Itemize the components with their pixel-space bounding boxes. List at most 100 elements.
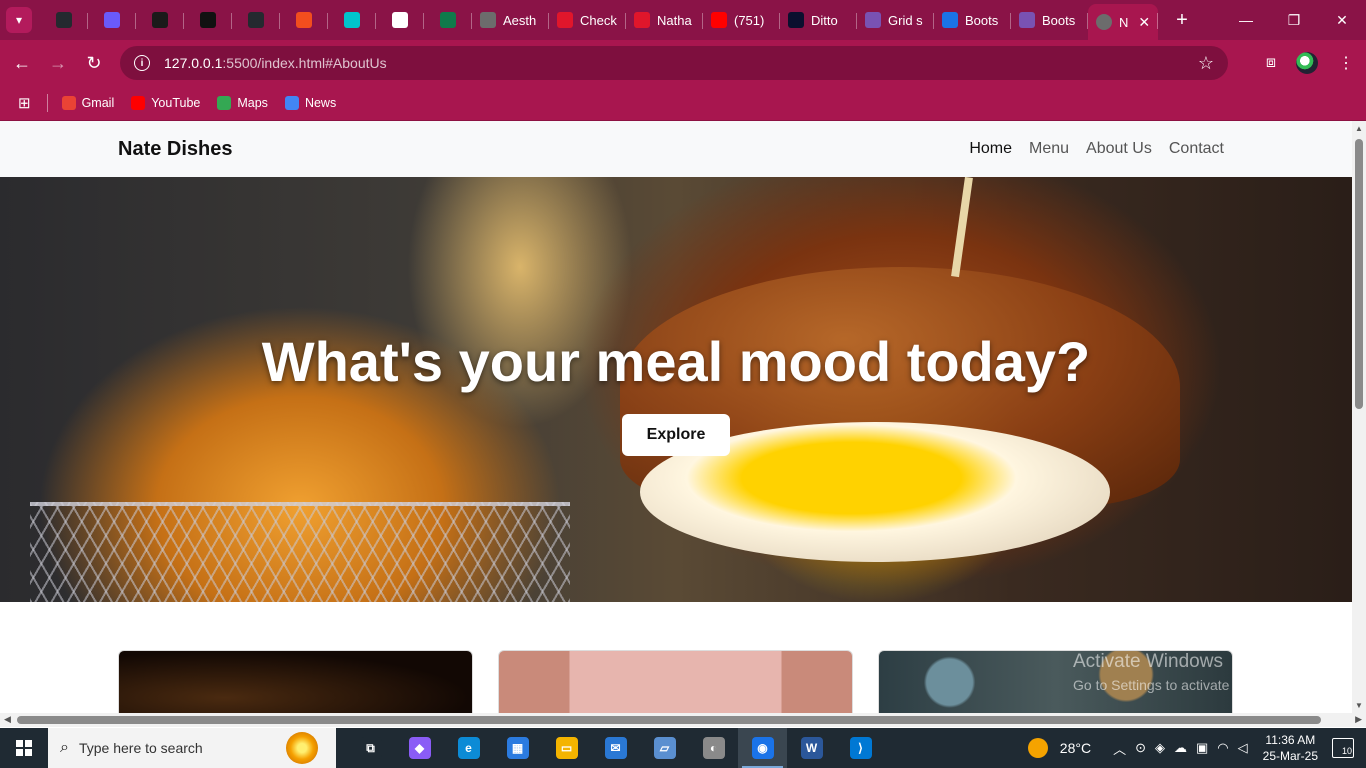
globe-icon bbox=[480, 12, 496, 28]
taskbar-app[interactable]: W bbox=[787, 728, 836, 768]
browser-tab[interactable]: Check bbox=[549, 4, 626, 36]
w-icon bbox=[440, 12, 456, 28]
file-explorer-icon: ▭ bbox=[555, 737, 578, 759]
nav-link-menu[interactable]: Menu bbox=[1029, 140, 1069, 158]
taskbar-app[interactable]: ◐ bbox=[689, 728, 738, 768]
browser-tab[interactable] bbox=[40, 4, 88, 36]
reload-button[interactable]: ↻ bbox=[76, 45, 112, 81]
edge-icon: e bbox=[457, 737, 480, 759]
browser-tab[interactable]: Natha bbox=[626, 4, 703, 36]
card-image[interactable] bbox=[498, 650, 853, 713]
wifi-icon[interactable]: ◠ bbox=[1217, 740, 1228, 756]
url-host: 127.0.0.1 bbox=[164, 55, 223, 71]
horizontal-scrollbar[interactable]: ◀ ▶ bbox=[0, 713, 1366, 727]
taskbar-app[interactable]: ⟩ bbox=[836, 728, 885, 768]
browser-tab[interactable] bbox=[184, 4, 232, 36]
maps-icon bbox=[217, 96, 232, 110]
tab-title: Ditto bbox=[811, 12, 838, 28]
scroll-right-icon[interactable]: ▶ bbox=[1355, 714, 1362, 725]
close-window-button[interactable]: ✕ bbox=[1318, 0, 1366, 40]
card-image[interactable] bbox=[118, 650, 473, 713]
bookmark-news[interactable]: News bbox=[284, 96, 336, 110]
profile-avatar[interactable] bbox=[1296, 52, 1318, 74]
site-info-icon[interactable]: i bbox=[134, 55, 150, 71]
more-menu-icon[interactable]: ⋮ bbox=[1338, 53, 1354, 73]
vertical-scroll-thumb[interactable] bbox=[1355, 139, 1363, 409]
explore-button[interactable]: Explore bbox=[622, 414, 730, 456]
maximize-button[interactable]: ❐ bbox=[1270, 0, 1318, 40]
site-nav-links: Home Menu About Us Contact bbox=[969, 140, 1224, 158]
taskbar-app[interactable]: ▱ bbox=[640, 728, 689, 768]
scroll-down-icon[interactable]: ▼ bbox=[1355, 701, 1363, 710]
nav-link-about-us[interactable]: About Us bbox=[1086, 140, 1152, 158]
tab-title: Check bbox=[580, 12, 617, 28]
weather-widget[interactable]: 28°C bbox=[1027, 738, 1091, 758]
task-view-icon: ⧉ bbox=[359, 737, 382, 759]
bookmark-maps[interactable]: Maps bbox=[217, 96, 268, 110]
browser-tab[interactable] bbox=[232, 4, 280, 36]
toothpick-image bbox=[951, 177, 973, 278]
taskbar-app[interactable]: ▭ bbox=[542, 728, 591, 768]
show-hidden-icons-icon[interactable]: ︿ bbox=[1113, 739, 1126, 758]
taskbar-app[interactable]: ◉ bbox=[738, 728, 787, 768]
vertical-scrollbar[interactable]: ▲ ▼ bbox=[1352, 121, 1366, 713]
cloud-icon[interactable]: ☁ bbox=[1174, 740, 1187, 756]
url-bar[interactable]: i 127.0.0.1:5500/index.html#AboutUs ☆ bbox=[120, 46, 1228, 80]
volume-icon[interactable]: ◁ bbox=[1238, 740, 1248, 756]
security-icon[interactable]: ◈ bbox=[1155, 740, 1165, 756]
display-icon[interactable]: ▣ bbox=[1196, 740, 1208, 756]
scroll-up-icon[interactable]: ▲ bbox=[1355, 124, 1363, 133]
tab-title: Boots bbox=[1042, 12, 1076, 28]
browser-tab[interactable] bbox=[328, 4, 376, 36]
bookmark-gmail[interactable]: Gmail bbox=[61, 96, 114, 110]
horizontal-scroll-thumb[interactable] bbox=[17, 716, 1321, 724]
close-tab-icon[interactable]: ✕ bbox=[1138, 14, 1150, 31]
taskbar-app[interactable]: ✉ bbox=[591, 728, 640, 768]
browser-tab[interactable] bbox=[280, 4, 328, 36]
browser-tab[interactable] bbox=[88, 4, 136, 36]
browser-tab[interactable]: Boots bbox=[934, 4, 1011, 36]
forward-button[interactable]: → bbox=[40, 45, 76, 81]
minimize-button[interactable]: — bbox=[1222, 0, 1270, 40]
scroll-left-icon[interactable]: ◀ bbox=[4, 714, 11, 725]
gmail-icon bbox=[61, 96, 76, 110]
notification-center-icon[interactable]: 10 bbox=[1332, 738, 1354, 758]
taskbar-app[interactable]: e bbox=[444, 728, 493, 768]
taskbar-app[interactable]: ⧉ bbox=[346, 728, 395, 768]
search-highlight-icon[interactable] bbox=[286, 732, 318, 764]
browser-tab[interactable] bbox=[136, 4, 184, 36]
back-button[interactable]: ← bbox=[4, 45, 40, 81]
tab-search-button[interactable]: ▾ bbox=[6, 7, 32, 33]
wave-icon bbox=[392, 12, 408, 28]
github-icon bbox=[248, 12, 264, 28]
taskbar-search[interactable]: ⌕ Type here to search bbox=[48, 728, 336, 768]
bookmark-star-icon[interactable]: ☆ bbox=[1198, 53, 1214, 74]
tab-active[interactable]: N ✕ bbox=[1088, 4, 1158, 40]
bookmark-youtube[interactable]: YouTube bbox=[131, 96, 200, 110]
meet-now-icon[interactable]: ⊙ bbox=[1135, 740, 1146, 756]
apps-grid-icon[interactable]: ⊞ bbox=[18, 94, 31, 112]
taskbar-app[interactable]: ◆ bbox=[395, 728, 444, 768]
start-button[interactable] bbox=[0, 728, 48, 768]
browser-tab[interactable]: Boots bbox=[1011, 4, 1088, 36]
globe-icon bbox=[1096, 14, 1112, 30]
browser-tab[interactable]: Grid s bbox=[857, 4, 934, 36]
tab-strip: Aesth Check Natha (751) Ditto Grid s Boots Boot… bbox=[40, 0, 1088, 40]
browser-tab[interactable]: Aesth bbox=[472, 4, 549, 36]
new-tab-button[interactable]: + bbox=[1170, 9, 1194, 32]
nav-link-contact[interactable]: Contact bbox=[1169, 140, 1224, 158]
system-clock[interactable]: 11:36 AM 25-Mar-25 bbox=[1263, 732, 1318, 764]
browser-tab[interactable]: Ditto bbox=[780, 4, 857, 36]
site-brand[interactable]: Nate Dishes bbox=[118, 138, 233, 161]
tab-title: (751) bbox=[734, 12, 765, 28]
browser-tab[interactable] bbox=[376, 4, 424, 36]
taskbar-app[interactable]: ▦ bbox=[493, 728, 542, 768]
windows-logo-icon bbox=[16, 740, 32, 756]
browser-tab[interactable]: (751) bbox=[703, 4, 780, 36]
nav-link-home[interactable]: Home bbox=[969, 140, 1012, 158]
extensions-icon[interactable]: ⧈ bbox=[1266, 54, 1276, 72]
tab-title: N bbox=[1119, 14, 1129, 30]
page-viewport: Nate Dishes Home Menu About Us Contact W… bbox=[0, 121, 1352, 713]
fries-basket-image bbox=[30, 502, 570, 602]
browser-tab[interactable] bbox=[424, 4, 472, 36]
